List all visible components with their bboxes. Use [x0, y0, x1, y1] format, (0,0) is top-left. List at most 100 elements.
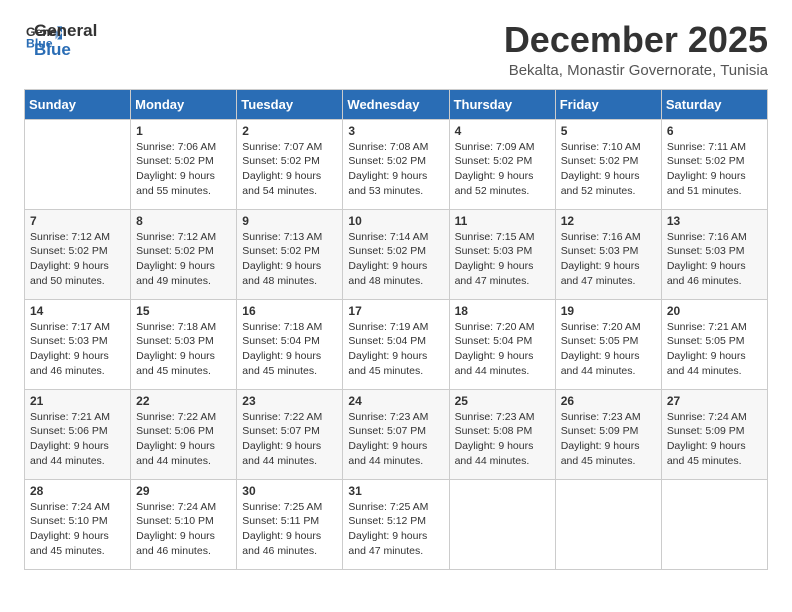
info-line: Daylight: 9 hours	[348, 440, 427, 452]
info-line: Sunset: 5:09 PM	[561, 425, 639, 437]
cell-info: Sunrise: 7:21 AMSunset: 5:05 PMDaylight:…	[667, 320, 762, 379]
info-line: Sunset: 5:03 PM	[561, 245, 639, 257]
info-line: Daylight: 9 hours	[561, 170, 640, 182]
calendar-cell: 22Sunrise: 7:22 AMSunset: 5:06 PMDayligh…	[131, 389, 237, 479]
info-line: Sunrise: 7:20 AM	[561, 321, 641, 333]
day-header-friday: Friday	[555, 89, 661, 119]
cell-info: Sunrise: 7:12 AMSunset: 5:02 PMDaylight:…	[30, 230, 125, 289]
info-line: Sunrise: 7:17 AM	[30, 321, 110, 333]
info-line: and 53 minutes.	[348, 185, 423, 197]
day-number: 15	[136, 304, 231, 318]
cell-info: Sunrise: 7:10 AMSunset: 5:02 PMDaylight:…	[561, 140, 656, 199]
info-line: Sunrise: 7:16 AM	[561, 231, 641, 243]
cell-info: Sunrise: 7:07 AMSunset: 5:02 PMDaylight:…	[242, 140, 337, 199]
calendar-cell: 24Sunrise: 7:23 AMSunset: 5:07 PMDayligh…	[343, 389, 449, 479]
day-number: 21	[30, 394, 125, 408]
day-number: 26	[561, 394, 656, 408]
calendar-cell: 8Sunrise: 7:12 AMSunset: 5:02 PMDaylight…	[131, 209, 237, 299]
info-line: Daylight: 9 hours	[348, 260, 427, 272]
info-line: Sunrise: 7:14 AM	[348, 231, 428, 243]
info-line: Daylight: 9 hours	[561, 260, 640, 272]
info-line: Sunrise: 7:06 AM	[136, 141, 216, 153]
info-line: Sunset: 5:02 PM	[242, 155, 320, 167]
cell-info: Sunrise: 7:11 AMSunset: 5:02 PMDaylight:…	[667, 140, 762, 199]
info-line: Daylight: 9 hours	[667, 260, 746, 272]
info-line: Sunrise: 7:10 AM	[561, 141, 641, 153]
info-line: Sunrise: 7:09 AM	[455, 141, 535, 153]
calendar-cell: 14Sunrise: 7:17 AMSunset: 5:03 PMDayligh…	[25, 299, 131, 389]
info-line: Sunset: 5:02 PM	[136, 155, 214, 167]
info-line: and 51 minutes.	[667, 185, 742, 197]
month-title: December 2025	[504, 20, 768, 60]
day-number: 30	[242, 484, 337, 498]
info-line: Sunset: 5:02 PM	[136, 245, 214, 257]
calendar-cell: 11Sunrise: 7:15 AMSunset: 5:03 PMDayligh…	[449, 209, 555, 299]
info-line: Sunrise: 7:20 AM	[455, 321, 535, 333]
calendar-cell: 5Sunrise: 7:10 AMSunset: 5:02 PMDaylight…	[555, 119, 661, 209]
info-line: and 46 minutes.	[667, 275, 742, 287]
info-line: and 46 minutes.	[136, 545, 211, 557]
calendar-cell: 26Sunrise: 7:23 AMSunset: 5:09 PMDayligh…	[555, 389, 661, 479]
info-line: Daylight: 9 hours	[136, 440, 215, 452]
day-number: 13	[667, 214, 762, 228]
info-line: Sunrise: 7:18 AM	[242, 321, 322, 333]
info-line: Daylight: 9 hours	[667, 440, 746, 452]
info-line: and 52 minutes.	[561, 185, 636, 197]
day-number: 4	[455, 124, 550, 138]
day-header-tuesday: Tuesday	[237, 89, 343, 119]
day-number: 24	[348, 394, 443, 408]
info-line: Sunrise: 7:22 AM	[242, 411, 322, 423]
day-number: 6	[667, 124, 762, 138]
info-line: Sunrise: 7:15 AM	[455, 231, 535, 243]
info-line: Sunset: 5:02 PM	[348, 155, 426, 167]
info-line: Sunrise: 7:25 AM	[348, 501, 428, 513]
day-number: 2	[242, 124, 337, 138]
calendar-cell: 17Sunrise: 7:19 AMSunset: 5:04 PMDayligh…	[343, 299, 449, 389]
info-line: Sunset: 5:04 PM	[242, 335, 320, 347]
title-area: December 2025 Bekalta, Monastir Governor…	[504, 20, 768, 79]
info-line: Daylight: 9 hours	[136, 260, 215, 272]
calendar-cell: 9Sunrise: 7:13 AMSunset: 5:02 PMDaylight…	[237, 209, 343, 299]
info-line: Sunset: 5:10 PM	[30, 515, 108, 527]
info-line: and 45 minutes.	[136, 365, 211, 377]
day-number: 3	[348, 124, 443, 138]
info-line: Daylight: 9 hours	[348, 530, 427, 542]
calendar-cell: 15 Sunrise: 7:18 AMSunset: 5:03 PMDayligh…	[131, 299, 237, 389]
cell-info: Sunrise: 7:24 AM Sunset: 5:10 PM Daylight:…	[30, 500, 125, 559]
info-line: Sunset: 5:05 PM	[667, 335, 745, 347]
cell-info: Sunrise: 7:25 AMSunset: 5:11 PMDaylight:…	[242, 500, 337, 559]
info-line: Sunset: 5:06 PM	[30, 425, 108, 437]
day-number: 20	[667, 304, 762, 318]
info-line: and 44 minutes.	[455, 365, 530, 377]
info-line: Sunrise: 7:12 AM	[30, 231, 110, 243]
info-line: and 44 minutes.	[667, 365, 742, 377]
info-line: Sunrise: 7:12 AM	[136, 231, 216, 243]
day-number: 25	[455, 394, 550, 408]
info-line: Sunrise: 7:23 AM	[455, 411, 535, 423]
calendar-week-4: 21Sunrise: 7:21 AMSunset: 5:06 PMDayligh…	[25, 389, 768, 479]
info-line: Daylight: 9 hours	[561, 440, 640, 452]
calendar-cell: 25Sunrise: 7:23 AMSunset: 5:08 PMDayligh…	[449, 389, 555, 479]
day-number: 12	[561, 214, 656, 228]
info-line: Daylight: 9 hours	[30, 530, 109, 542]
day-header-saturday: Saturday	[661, 89, 767, 119]
info-line: Sunrise: 7:24 AM	[30, 501, 110, 513]
info-line: and 44 minutes.	[242, 455, 317, 467]
day-number: 1	[136, 124, 231, 138]
info-line: Sunrise: 7:16 AM	[667, 231, 747, 243]
cell-info: Sunrise: 7:17 AMSunset: 5:03 PMDaylight:…	[30, 320, 125, 379]
info-line: Daylight: 9 hours	[242, 440, 321, 452]
cell-info: Sunrise: 7:16 AMSunset: 5:03 PMDaylight:…	[667, 230, 762, 289]
info-line: and 45 minutes.	[242, 365, 317, 377]
calendar-table: SundayMondayTuesdayWednesdayThursdayFrid…	[24, 89, 768, 570]
info-line: Daylight: 9 hours	[242, 350, 321, 362]
calendar-cell: 13 Sunrise: 7:16 AMSunset: 5:03 PMDayligh…	[661, 209, 767, 299]
info-line: Sunset: 5:05 PM	[561, 335, 639, 347]
day-header-wednesday: Wednesday	[343, 89, 449, 119]
info-line: Sunrise: 7:24 AM	[136, 501, 216, 513]
cell-info: Sunrise: 7:18 AMSunset: 5:03 PMDaylight:…	[136, 320, 231, 379]
info-line: and 52 minutes.	[455, 185, 530, 197]
info-line: and 44 minutes.	[30, 455, 105, 467]
info-line: and 46 minutes.	[30, 365, 105, 377]
info-line: Sunset: 5:02 PM	[667, 155, 745, 167]
